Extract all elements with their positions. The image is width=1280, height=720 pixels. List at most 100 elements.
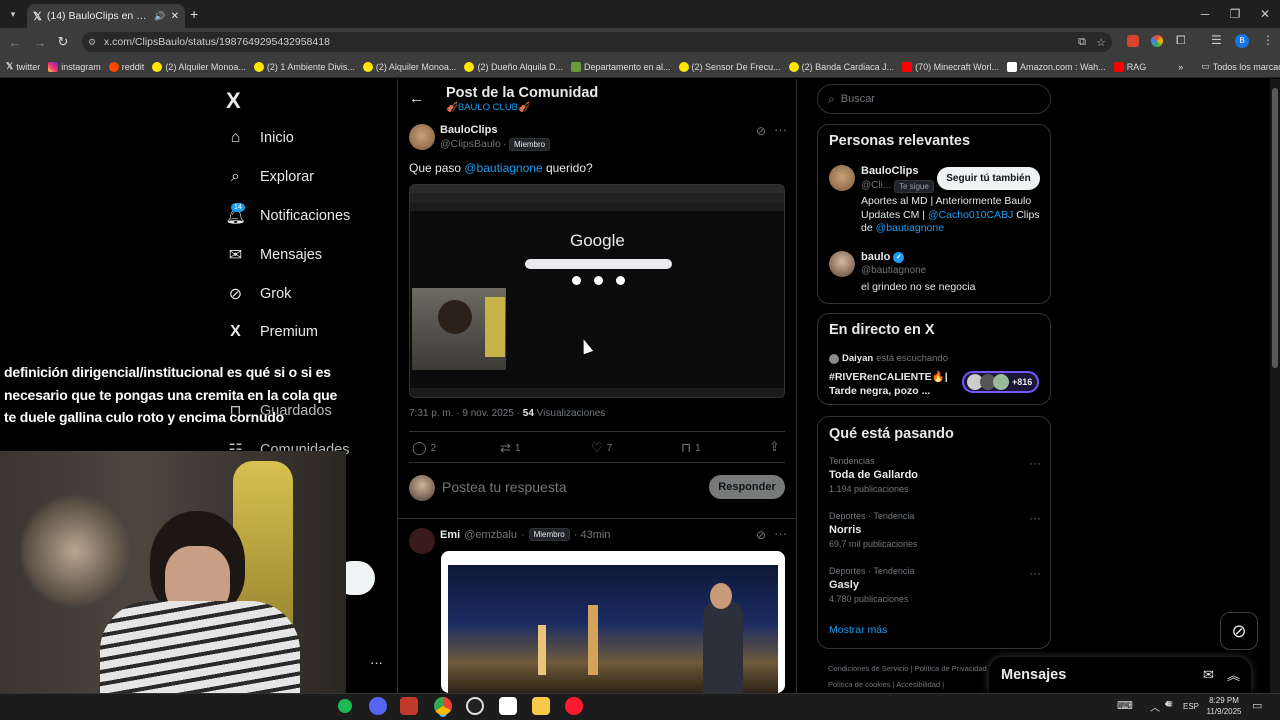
bookmark-item[interactable]: Departamento en al...	[570, 61, 671, 72]
forward-button[interactable]: →	[30, 32, 50, 52]
post-author-handle[interactable]: @ClipsBaulo	[440, 138, 501, 150]
discord-icon[interactable]	[369, 697, 387, 715]
reply-button[interactable]: Responder	[709, 475, 785, 499]
user-avatar[interactable]	[409, 475, 435, 501]
reload-button[interactable]: ↻	[53, 32, 73, 52]
relevant-avatar-2[interactable]	[829, 251, 855, 277]
post-media-image[interactable]: Google	[409, 184, 785, 398]
bookmark-star-icon[interactable]: ☆	[1096, 36, 1106, 49]
mention-link[interactable]: @bautiagnone	[464, 161, 542, 175]
maximize-button[interactable]: ❐	[1220, 4, 1250, 24]
like-action[interactable]: ♡ 7	[591, 440, 612, 456]
extensions-puzzle-icon[interactable]: ⧠	[1176, 33, 1186, 48]
reply-input[interactable]: Postea tu respuesta	[442, 479, 567, 495]
relevant-handle-1[interactable]: @Cli...	[861, 180, 891, 191]
bookmark-amazon[interactable]: Amazon.com : Wah...	[1006, 61, 1106, 72]
bookmark-action[interactable]: ⊓ 1	[681, 440, 701, 456]
voicemod-icon[interactable]	[400, 697, 418, 715]
nav-grok[interactable]: ⊘ Grok	[226, 284, 292, 303]
repost-action[interactable]: ⇄ 1	[500, 440, 520, 456]
grok-icon[interactable]: ⊘	[756, 528, 766, 542]
volume-icon[interactable]: 🔊︎	[1165, 699, 1171, 710]
profile-avatar[interactable]: B	[1235, 34, 1249, 48]
grok-icon[interactable]: ⊘	[756, 124, 766, 138]
grok-floating-button[interactable]: ⊘	[1220, 612, 1258, 650]
more-options-icon[interactable]: ···	[774, 526, 787, 541]
spotify-icon[interactable]	[338, 699, 352, 713]
trend-item[interactable]: Tendencias Toda de Gallardo 1.194 public…	[829, 456, 1041, 500]
follow-back-button[interactable]: Seguir tú también	[937, 167, 1040, 190]
notifications-icon[interactable]: ▭	[1252, 699, 1262, 712]
extension-icon-red[interactable]	[1127, 35, 1139, 47]
nav-explore[interactable]: ⌕ Explorar	[226, 167, 314, 186]
obs-icon[interactable]	[466, 697, 484, 715]
reply-media-image[interactable]	[441, 551, 785, 693]
reply-time[interactable]: · 43min	[574, 529, 611, 541]
reply-action[interactable]: ◯ 2	[412, 440, 436, 456]
file-explorer-icon[interactable]	[532, 697, 550, 715]
account-more-icon[interactable]: ···	[370, 655, 383, 670]
more-bookmarks-button[interactable]: »	[1178, 62, 1183, 72]
relevant-name-1[interactable]: BauloClips	[861, 165, 918, 177]
live-participants-pill[interactable]: +816	[962, 371, 1039, 393]
scrollbar-thumb[interactable]	[1272, 88, 1278, 368]
trend-more-icon[interactable]: ···	[1029, 511, 1041, 525]
trend-item[interactable]: Deportes · Tendencia Gasly 4.780 publica…	[829, 566, 1041, 610]
bookmark-youtube[interactable]: (70) Minecraft Worl...	[902, 61, 999, 72]
clock[interactable]: 8:29 PM 11/9/2025	[1203, 695, 1245, 717]
bookmark-item[interactable]: (2) Alquiler Monoa...	[152, 61, 246, 72]
url-input[interactable]: ⚙ x.com/ClipsBaulo/status/19876492954329…	[82, 32, 1112, 52]
tab-close-icon[interactable]: ✕	[171, 11, 179, 22]
more-options-icon[interactable]: ···	[774, 122, 787, 137]
post-author-avatar[interactable]	[409, 124, 435, 150]
share-icon[interactable]: ⇪	[769, 439, 780, 455]
new-tab-button[interactable]: +	[190, 6, 204, 22]
bookmark-item[interactable]: (2) 1 Ambiente Divis...	[253, 61, 355, 72]
relevant-avatar-1[interactable]	[829, 165, 855, 191]
expand-chevron-icon[interactable]: ︽	[1227, 665, 1240, 684]
browser-menu-icon[interactable]: ⋮	[1262, 33, 1274, 47]
trend-more-icon[interactable]: ···	[1029, 456, 1041, 470]
language-indicator[interactable]: ESP	[1183, 702, 1199, 711]
bookmark-item[interactable]: (2) Alquiler Monoa...	[362, 61, 456, 72]
nav-notifications[interactable]: 🔔︎ 14 Notificaciones	[225, 203, 350, 225]
tray-chevron-icon[interactable]: ︿	[1150, 699, 1160, 714]
live-listener[interactable]: Daiyan está escuchando	[829, 353, 948, 364]
bookmark-instagram[interactable]: instagram	[48, 61, 101, 72]
all-bookmarks-folder[interactable]: ▭Todos los marcadores	[1201, 61, 1280, 72]
chrome-icon[interactable]	[434, 697, 452, 715]
extension-icon-color[interactable]	[1151, 35, 1163, 47]
post-author-name[interactable]: BauloClips	[440, 124, 497, 136]
nav-home[interactable]: ⌂ Inicio	[226, 128, 294, 147]
bookmark-item[interactable]: (2) Sensor De Frecu...	[678, 61, 781, 72]
bookmark-item[interactable]: (2) Dueño Alquila D...	[464, 61, 563, 72]
bookmark-twitter[interactable]: 𝕏twitter	[6, 61, 40, 72]
tab-list-button[interactable]: ▾	[5, 6, 21, 22]
show-more-link[interactable]: Mostrar más	[829, 624, 887, 636]
back-button[interactable]: ←	[5, 32, 25, 52]
nav-premium[interactable]: X Premium	[226, 322, 318, 341]
live-topic[interactable]: #RIVERenCALIENTE🔥| Tarde negra, pozo ...	[829, 370, 948, 398]
back-arrow-icon[interactable]: ←	[409, 90, 424, 107]
site-info-icon[interactable]: ⚙	[88, 37, 96, 48]
relevant-name-2[interactable]: baulo ✓	[861, 251, 905, 263]
browser-tab-active[interactable]: 𝕏 (14) BauloClips en X: "Que p 🔊 ✕	[27, 4, 185, 28]
audio-icon[interactable]: 🔊	[154, 11, 165, 22]
close-window-button[interactable]: ✕	[1250, 4, 1280, 24]
messages-drawer[interactable]: Mensajes ✉ ︽	[989, 657, 1251, 693]
reply-author-handle[interactable]: @emzbalu	[464, 529, 517, 541]
reply-author-name[interactable]: Emi	[440, 529, 460, 541]
trend-more-icon[interactable]: ···	[1029, 566, 1041, 580]
reading-list-icon[interactable]: ☰	[1211, 33, 1222, 47]
relevant-handle-2[interactable]: @bautiagnone	[861, 265, 926, 276]
bookmark-rag[interactable]: RAG	[1113, 61, 1146, 72]
x-logo-icon[interactable]: X	[226, 88, 241, 114]
community-name[interactable]: 🎻BAULO CLUB🎻	[446, 102, 530, 113]
new-message-icon[interactable]: ✉	[1203, 667, 1214, 683]
nav-messages[interactable]: ✉ Mensajes	[226, 245, 322, 264]
cast-icon[interactable]: ⧉	[1078, 36, 1086, 49]
capcut-icon[interactable]	[499, 697, 517, 715]
bookmark-item[interactable]: (2) Banda Cardiaca J...	[788, 61, 894, 72]
keyboard-icon[interactable]: ⌨	[1117, 699, 1133, 712]
bookmark-reddit[interactable]: reddit	[108, 61, 144, 72]
